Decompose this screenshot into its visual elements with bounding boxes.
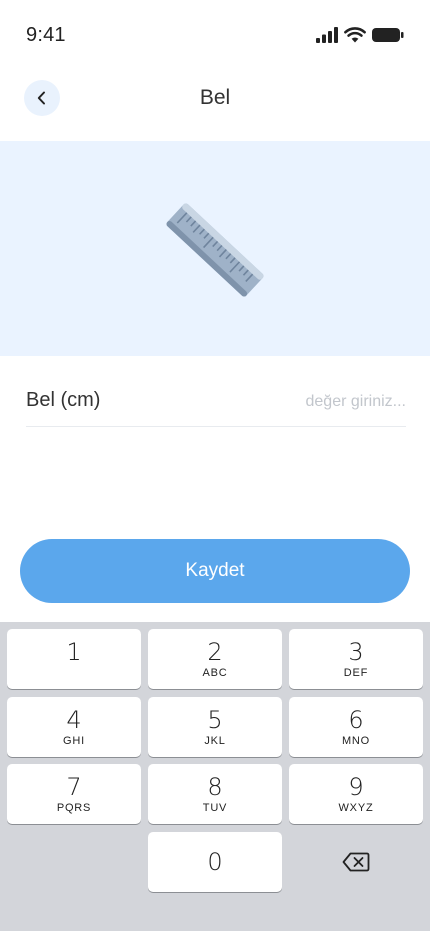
- key-digit: 4: [66, 705, 82, 734]
- key-letters: ABC: [202, 666, 228, 679]
- ruler-icon: [166, 203, 264, 297]
- delete-key[interactable]: [289, 832, 423, 892]
- key-7[interactable]: 7 PQRS: [7, 764, 141, 824]
- nav-header: Bel: [0, 72, 430, 124]
- wifi-icon: [344, 27, 366, 43]
- key-letters: MNO: [341, 734, 371, 747]
- key-digit: 3: [348, 637, 364, 666]
- waist-input-row: Bel (cm): [26, 376, 406, 427]
- key-3[interactable]: 3 DEF: [289, 629, 423, 689]
- key-digit: 0: [207, 848, 223, 876]
- key-digit: 8: [207, 772, 223, 801]
- key-4[interactable]: 4 GHI: [7, 697, 141, 757]
- save-button[interactable]: Kaydet: [20, 539, 410, 603]
- key-digit: 6: [348, 705, 364, 734]
- key-8[interactable]: 8 TUV: [148, 764, 282, 824]
- numeric-keyboard: 1 2 ABC 3 DEF 4 GHI 5 JKL 6 MNO 7 PQRS 8…: [0, 622, 430, 931]
- key-digit: 5: [207, 705, 223, 734]
- key-5[interactable]: 5 JKL: [148, 697, 282, 757]
- status-icons: [316, 27, 404, 43]
- key-letters: WXYZ: [338, 801, 374, 814]
- key-1[interactable]: 1: [7, 629, 141, 689]
- key-9[interactable]: 9 WXYZ: [289, 764, 423, 824]
- key-digit: 9: [348, 772, 364, 801]
- key-2[interactable]: 2 ABC: [148, 629, 282, 689]
- key-digit: 7: [66, 772, 82, 801]
- battery-icon: [372, 28, 404, 42]
- key-digit: 1: [66, 637, 82, 666]
- key-letters: DEF: [343, 666, 369, 679]
- key-0[interactable]: 0: [148, 832, 282, 892]
- key-digit: 2: [207, 637, 223, 666]
- status-time: 9:41: [26, 24, 66, 46]
- key-letters: TUV: [202, 801, 228, 814]
- key-letters: JKL: [204, 734, 226, 747]
- hero-illustration: [0, 141, 430, 356]
- key-6[interactable]: 6 MNO: [289, 697, 423, 757]
- key-letters: GHI: [63, 734, 85, 747]
- waist-field-label: Bel (cm): [26, 389, 101, 411]
- page-title: Bel: [199, 86, 231, 109]
- backspace-icon: [342, 852, 370, 872]
- cellular-signal-icon: [316, 27, 338, 43]
- waist-input[interactable]: [206, 388, 406, 416]
- status-bar: 9:41: [0, 0, 430, 72]
- key-letters: PQRS: [56, 801, 92, 814]
